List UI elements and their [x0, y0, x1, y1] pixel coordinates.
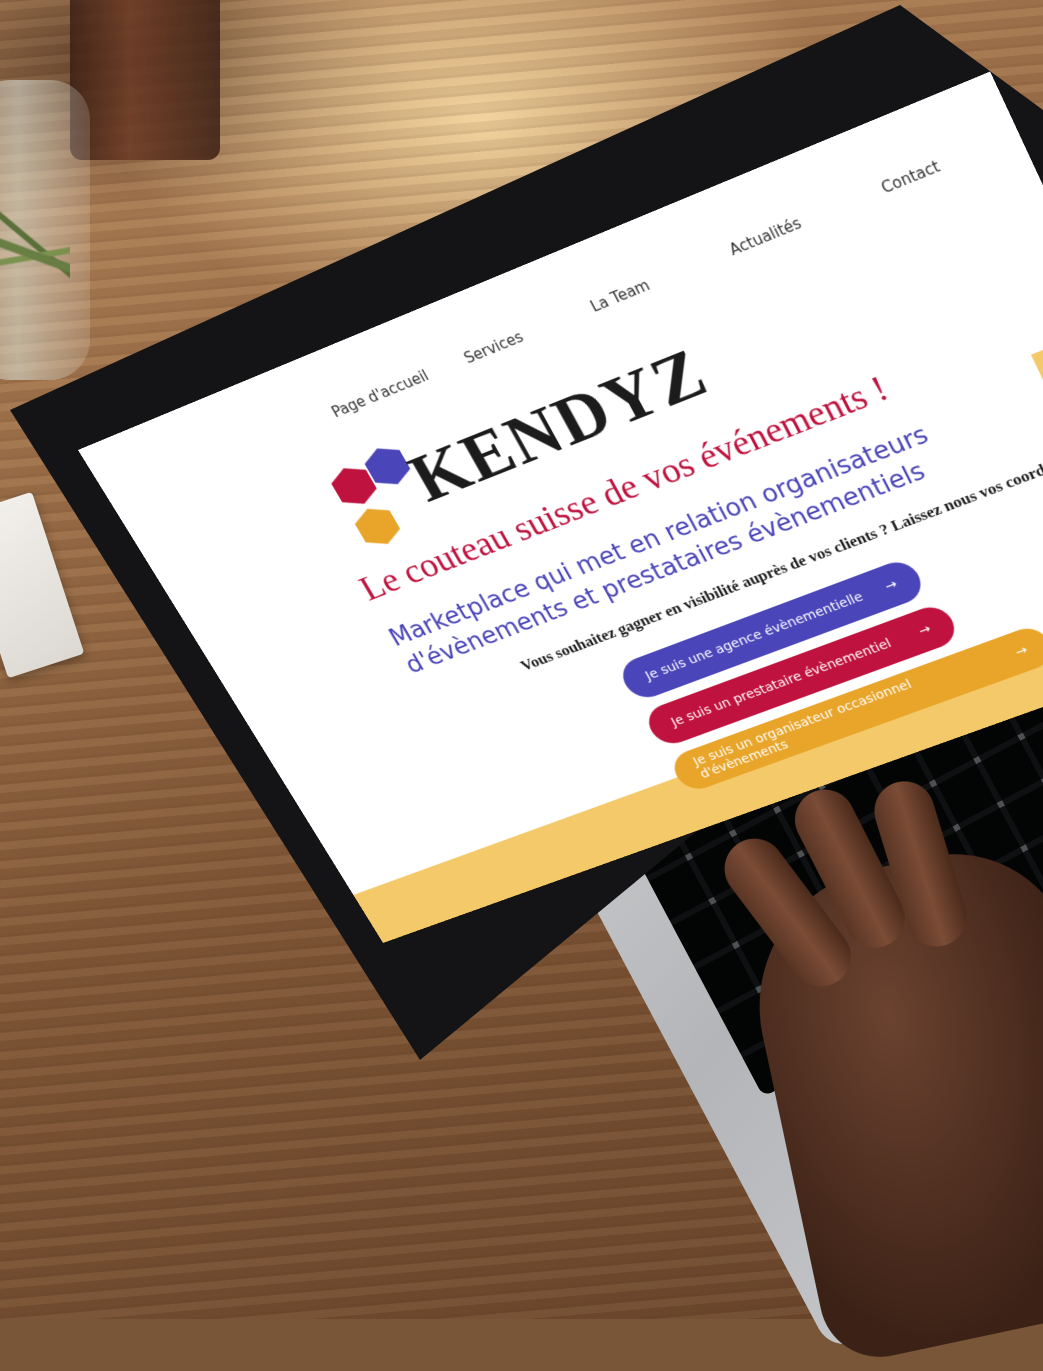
nav-news[interactable]: Actualités [726, 214, 804, 259]
logo-hex-orange [350, 501, 405, 551]
arrow-right-icon: → [882, 576, 900, 595]
nav-services[interactable]: Services [461, 328, 527, 367]
nav-contact[interactable]: Contact [878, 157, 943, 197]
chair [70, 0, 220, 160]
arrow-right-icon: → [1012, 642, 1031, 660]
plant [0, 150, 70, 350]
arrow-right-icon: → [916, 621, 934, 639]
nav-team[interactable]: La Team [587, 276, 653, 315]
nav-home[interactable]: Page d'accueil [329, 367, 432, 421]
